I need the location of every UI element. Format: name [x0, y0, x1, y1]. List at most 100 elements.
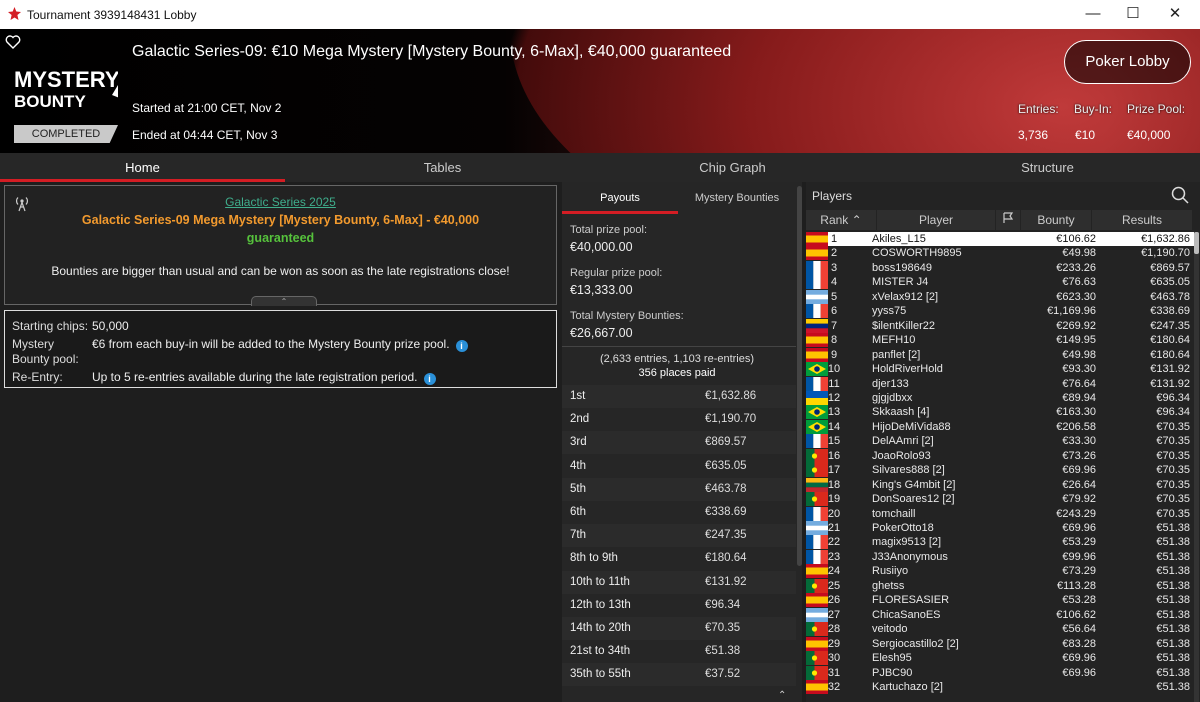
player-row[interactable]: 20 tomchaill €243.29 €70.35	[806, 506, 1194, 521]
player-result: €70.35	[1156, 493, 1190, 506]
player-row[interactable]: 29 Sergiocastillo2 [2] €83.28 €51.38	[806, 636, 1194, 651]
player-bounty: €53.29	[1062, 536, 1096, 549]
player-row[interactable]: 13 Skkaash [4] €163.30 €96.34	[806, 405, 1194, 420]
column-rank[interactable]: Rank ⌃	[806, 210, 876, 230]
player-row[interactable]: 31 PJBC90 €69.96 €51.38	[806, 665, 1194, 680]
player-result: €180.64	[1150, 334, 1190, 347]
payout-amount: €869.57	[705, 436, 747, 449]
player-result: €51.38	[1156, 608, 1190, 621]
player-row[interactable]: 17 Silvares888 [2] €69.96 €70.35	[806, 463, 1194, 478]
tab-payouts[interactable]: Payouts	[562, 182, 678, 214]
mystery-bounties-value: €26,667.00	[570, 326, 633, 340]
player-row[interactable]: 5 xVelax912 [2] €623.30 €463.78	[806, 289, 1194, 304]
player-bounty: €69.96	[1062, 522, 1096, 534]
player-result: €51.38	[1156, 594, 1190, 607]
search-icon[interactable]	[1171, 186, 1189, 204]
player-row[interactable]: 12 gjgjdbxx €89.94 €96.34	[806, 390, 1194, 405]
player-row[interactable]: 7 $ilentKiller22 €269.92 €247.35	[806, 318, 1194, 333]
player-row[interactable]: 24 Rusiiyo €73.29 €51.38	[806, 564, 1194, 579]
player-row[interactable]: 16 JoaoRolo93 €73.26 €70.35	[806, 448, 1194, 463]
player-row[interactable]: 19 DonSoares12 [2] €79.92 €70.35	[806, 492, 1194, 507]
payout-place: 14th to 20th	[570, 622, 631, 634]
player-row[interactable]: 26 FLORESASIER €53.28 €51.38	[806, 593, 1194, 608]
mystery-bounty-label: Mystery	[12, 337, 54, 351]
info-icon[interactable]: i	[423, 373, 436, 385]
player-name: J33Anonymous	[872, 550, 948, 563]
tab-tables[interactable]: Tables	[315, 153, 570, 182]
player-result: €131.92	[1150, 363, 1190, 376]
player-result: €70.35	[1156, 449, 1190, 462]
payout-amount: €1,632.86	[705, 390, 757, 402]
column-bounty[interactable]: Bounty	[1021, 210, 1091, 230]
player-rank: 18	[827, 478, 841, 491]
tab-chip-graph[interactable]: Chip Graph	[620, 153, 845, 182]
info-icon[interactable]: i	[455, 340, 468, 352]
series-link[interactable]: Galactic Series 2025	[5, 195, 556, 209]
player-row[interactable]: 4 MISTER J4 €76.63 €635.05	[806, 275, 1194, 290]
tournament-title: Galactic Series-09: €10 Mega Mystery [My…	[132, 43, 732, 60]
player-row[interactable]: 15 DelAAmri [2] €33.30 €70.35	[806, 434, 1194, 449]
poker-lobby-button[interactable]: Poker Lobby	[1064, 40, 1191, 84]
player-rank: 2	[830, 247, 838, 260]
player-bounty: €69.96	[1062, 666, 1096, 679]
player-bounty: €1,169.96	[1047, 305, 1096, 318]
reentry-text: Up to 5 re-entries available during the …	[92, 370, 418, 384]
player-rank: 11	[828, 377, 840, 390]
player-row[interactable]: 11 djer133 €76.64 €131.92	[806, 376, 1194, 391]
payouts-scrollbar[interactable]	[797, 186, 802, 566]
sort-ascending-icon: ⌃	[851, 213, 862, 227]
column-flag[interactable]	[996, 210, 1020, 230]
player-bounty: €243.29	[1056, 507, 1096, 520]
tab-home[interactable]: Home	[0, 153, 285, 182]
player-row[interactable]: 1 Akiles_L15 €106.62 €1,632.86	[806, 232, 1194, 247]
favorite-heart-icon[interactable]	[5, 34, 21, 50]
player-row[interactable]: 21 PokerOtto18 €69.96 €51.38	[806, 521, 1194, 535]
player-row[interactable]: 8 MEFH10 €149.95 €180.64	[806, 333, 1194, 348]
player-rank: 6	[830, 305, 838, 318]
payout-place: 4th	[570, 459, 586, 472]
maximize-button[interactable]: ☐	[1118, 4, 1148, 24]
player-row[interactable]: 10 HoldRiverHold €93.30 €131.92	[806, 362, 1194, 377]
payout-amount: €1,190.70	[705, 413, 757, 426]
player-result: €70.35	[1156, 464, 1190, 477]
player-row[interactable]: 25 ghetss €113.28 €51.38	[806, 578, 1194, 593]
close-button[interactable]: ✕	[1160, 4, 1190, 24]
players-title: Players	[812, 189, 853, 203]
player-row[interactable]: 28 veitodo €56.64 €51.38	[806, 622, 1194, 637]
player-bounty: €56.64	[1062, 623, 1096, 636]
player-row[interactable]: 27 ChicaSanoES €106.62 €51.38	[806, 607, 1194, 622]
player-row[interactable]: 18 King's G4mbit [2] €26.64 €70.35	[806, 477, 1194, 492]
tab-mystery-bounties[interactable]: Mystery Bounties	[678, 182, 796, 214]
player-name: veitodo	[872, 623, 908, 636]
player-result: €51.38	[1156, 652, 1190, 665]
player-row[interactable]: 6 yyss75 €1,169.96 €338.69	[806, 304, 1194, 319]
player-row[interactable]: 2 COSWORTH9895 €49.98 €1,190.70	[806, 246, 1194, 261]
player-row[interactable]: 23 J33Anonymous €99.96 €51.38	[806, 549, 1194, 564]
player-rank: 15	[827, 435, 841, 448]
player-result: €180.64	[1150, 348, 1190, 361]
scrollbar-thumb[interactable]	[1194, 232, 1199, 254]
player-rank: 28	[827, 623, 841, 636]
tournament-description: Bounties are bigger than usual and can b…	[51, 264, 510, 278]
tab-structure[interactable]: Structure	[920, 153, 1175, 182]
player-row[interactable]: 32 Kartuchazo [2] €51.38	[806, 679, 1194, 694]
player-name: DelAAmri [2]	[872, 435, 934, 448]
player-name: DonSoares12 [2]	[872, 493, 955, 506]
chevron-up-icon[interactable]: ⌃	[778, 690, 786, 701]
player-row[interactable]: 22 magix9513 [2] €53.29 €51.38	[806, 535, 1194, 550]
player-rank: 17	[827, 464, 841, 477]
player-result: €463.78	[1150, 290, 1190, 303]
player-row[interactable]: 3 boss198649 €233.26 €869.57	[806, 260, 1194, 275]
total-prize-pool-value: €40,000.00	[570, 240, 633, 254]
player-rank: 30	[827, 652, 841, 665]
collapse-toggle[interactable]: ⌃	[251, 296, 317, 306]
player-row[interactable]: 30 Elesh95 €69.96 €51.38	[806, 651, 1194, 666]
minimize-button[interactable]: —	[1078, 4, 1108, 24]
column-results[interactable]: Results	[1092, 210, 1192, 230]
player-row[interactable]: 14 HijoDeMiVida88 €206.58 €70.35	[806, 419, 1194, 434]
player-rank: 23	[827, 550, 841, 563]
column-player[interactable]: Player	[877, 210, 995, 230]
player-bounty: €69.96	[1062, 652, 1096, 665]
player-row[interactable]: 9 panflet [2] €49.98 €180.64	[806, 347, 1194, 362]
players-scrollbar[interactable]	[1194, 232, 1199, 702]
